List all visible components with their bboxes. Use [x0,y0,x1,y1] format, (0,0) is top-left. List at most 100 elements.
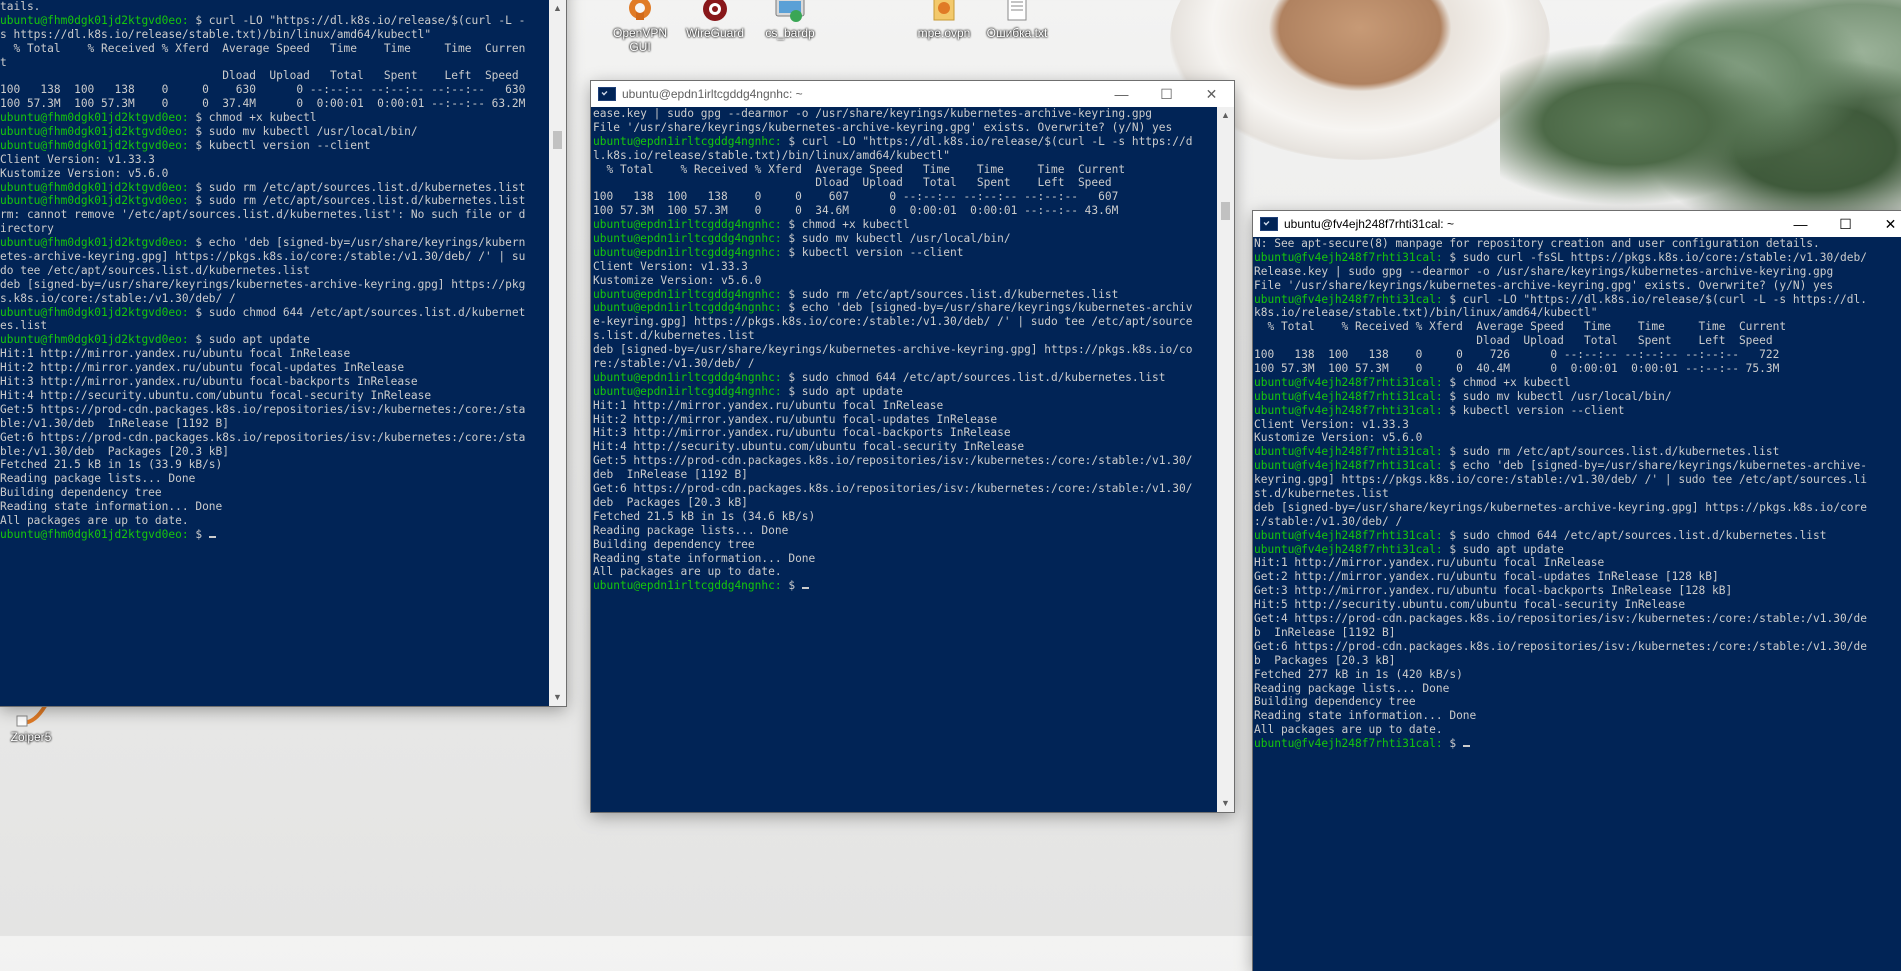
desktop-icon-openvpn[interactable]: OpenVPN GUI [605,0,675,54]
terminal-line: Get:3 http://mirror.yandex.ru/ubuntu foc… [1254,584,1733,598]
close-icon[interactable]: ✕ [1189,81,1234,107]
scrollbar-thumb[interactable] [1221,202,1230,220]
terminal-line: ubuntu@fhm0dgk01jd2ktgvd0eo: $ sudo rm /… [0,181,549,195]
shell-prompt: ubuntu@fv4ejh248f7rhti31cal: [1254,375,1443,389]
maximize-icon[interactable]: ☐ [1823,211,1868,237]
scroll-down-arrow-icon[interactable]: ▼ [549,689,566,706]
terminal-line: :/stable:/v1.30/deb/ / [1254,514,1403,528]
terminal-line: Reading package lists... Done [1254,681,1450,695]
shell-prompt: ubuntu@fhm0dgk01jd2ktgvd0eo: [0,305,189,319]
desktop-icon-rdp[interactable]: cs_bardp [755,0,825,40]
terminal-line: Dload Upload Total Spent Left Speed [593,176,1112,190]
terminal-line: Release.key | sudo gpg --dearmor -o /usr… [1254,264,1834,278]
desktop-icon-label: Zoiper5 [10,730,52,744]
command-text: $ echo 'deb [signed-by=/usr/share/keyrin… [188,236,526,250]
terminal-line: N: See apt-secure(8) manpage for reposit… [1254,237,1820,250]
terminal-line: deb InRelease [1192 B] [593,468,748,482]
shell-prompt: ubuntu@fhm0dgk01jd2ktgvd0eo: [0,111,189,125]
terminal-line: Hit:2 http://mirror.yandex.ru/ubuntu foc… [593,412,998,426]
shell-prompt: ubuntu@fhm0dgk01jd2ktgvd0eo: [0,194,189,208]
terminal-line: Get:6 https://prod-cdn.packages.k8s.io/r… [0,430,526,444]
terminal-line: % Total % Received % Xferd Average Speed… [0,41,526,55]
terminal-line: irectory [0,222,54,236]
desktop-icon-ovpn-file[interactable]: mpe.ovpn [909,0,979,40]
terminal-line: ubuntu@epdn1irltcgddg4ngnhc: $ echo 'deb… [593,301,1219,315]
terminal-line: Get:5 https://prod-cdn.packages.k8s.io/r… [593,454,1193,468]
command-text: $ chmod +x kubectl [188,111,317,125]
terminal-line: Reading package lists... Done [0,472,196,486]
scrollbar-thumb[interactable] [553,131,562,149]
terminal-line: ubuntu@epdn1irltcgddg4ngnhc: $ curl -LO … [593,135,1219,149]
shell-prompt: ubuntu@epdn1irltcgddg4ngnhc: [593,218,782,232]
terminal-line: ble:/v1.30/deb InRelease [1192 B] [0,416,230,430]
terminal-line: Get:6 https://prod-cdn.packages.k8s.io/r… [593,482,1193,496]
shell-prompt: ubuntu@epdn1irltcgddg4ngnhc: [593,301,782,315]
shell-prompt: ubuntu@fv4ejh248f7rhti31cal: [1254,250,1443,264]
command-text: $ [1442,737,1463,751]
command-text: $ sudo chmod 644 /etc/apt/sources.list.d… [781,370,1166,384]
terminal-window-middle[interactable]: ubuntu@epdn1irltcgddg4ngnhc: ~ — ☐ ✕ eas… [591,81,1234,812]
command-text: $ kubectl version --client [188,138,371,152]
terminal-line: Hit:1 http://mirror.yandex.ru/ubuntu foc… [0,347,351,361]
scroll-down-arrow-icon[interactable]: ▼ [1217,795,1234,812]
terminal-line: ubuntu@fv4ejh248f7rhti31cal: $ sudo rm /… [1254,445,1901,459]
desktop-icon-label: cs_bardp [765,26,815,40]
terminal-cursor [801,587,809,590]
terminal-app-icon [598,87,616,101]
command-text: $ kubectl version --client [1442,403,1625,417]
terminal-line: ubuntu@epdn1irltcgddg4ngnhc: $ sudo rm /… [593,288,1219,302]
shell-prompt: ubuntu@fhm0dgk01jd2ktgvd0eo: [0,333,189,347]
command-text: $ curl -LO "https://dl.k8s.io/release/$(… [1442,292,1867,306]
terminal-line: Hit:5 http://security.ubuntu.com/ubuntu … [1254,598,1686,612]
desktop-icon-label: OpenVPN GUI [612,26,668,54]
terminal-line: Building dependency tree [0,486,162,500]
shell-prompt: ubuntu@fv4ejh248f7rhti31cal: [1254,445,1443,459]
shell-prompt: ubuntu@epdn1irltcgddg4ngnhc: [593,232,782,246]
shell-prompt: ubuntu@epdn1irltcgddg4ngnhc: [593,370,782,384]
terminal-line: Get:5 https://prod-cdn.packages.k8s.io/r… [0,402,526,416]
terminal-window-right[interactable]: ubuntu@fv4ejh248f7rhti31cal: ~ — ☐ ✕ N: … [1253,211,1901,971]
shell-prompt: ubuntu@fhm0dgk01jd2ktgvd0eo: [0,13,189,27]
desktop-icon-label: WireGuard [685,26,744,40]
terminal-output[interactable]: N: See apt-secure(8) manpage for reposit… [1254,237,1901,971]
minimize-icon[interactable]: — [1099,81,1144,107]
command-text: $ sudo apt update [1442,542,1564,556]
terminal-line: ubuntu@epdn1irltcgddg4ngnhc: $ kubectl v… [593,246,1219,260]
terminal-line: keyring.gpg] https://pkgs.k8s.io/core:/s… [1254,473,1867,487]
command-text: $ chmod +x kubectl [781,218,910,232]
terminal-scrollbar[interactable]: ▲ ▼ [549,0,566,706]
terminal-line: ubuntu@fv4ejh248f7rhti31cal: $ [1254,737,1901,751]
terminal-line: File '/usr/share/keyrings/kubernetes-arc… [1254,278,1834,292]
terminal-line: 100 138 100 138 0 0 607 0 --:--:-- --:--… [593,190,1119,204]
minimize-icon[interactable]: — [1778,211,1823,237]
terminal-window-left[interactable]: tails. ubuntu@fhm0dgk01jd2ktgvd0eo: $ cur… [0,0,566,706]
terminal-line: Hit:1 http://mirror.yandex.ru/ubuntu foc… [593,398,944,412]
terminal-line: ubuntu@epdn1irltcgddg4ngnhc: $ sudo apt … [593,385,1219,399]
window-titlebar[interactable]: ubuntu@fv4ejh248f7rhti31cal: ~ — ☐ ✕ [1253,211,1901,237]
terminal-line: ubuntu@epdn1irltcgddg4ngnhc: $ [593,579,1219,593]
terminal-line: Get:4 https://prod-cdn.packages.k8s.io/r… [1254,612,1867,626]
terminal-line: Kustomize Version: v5.6.0 [0,166,169,180]
maximize-icon[interactable]: ☐ [1144,81,1189,107]
terminal-line: deb [signed-by=/usr/share/keyrings/kuber… [1254,500,1867,514]
terminal-line: ubuntu@fv4ejh248f7rhti31cal: $ sudo chmo… [1254,529,1901,543]
shell-prompt: ubuntu@fv4ejh248f7rhti31cal: [1254,403,1443,417]
terminal-line: l.k8s.io/release/stable.txt)/bin/linux/a… [593,148,950,162]
terminal-output[interactable]: ease.key | sudo gpg --dearmor -o /usr/sh… [593,107,1219,812]
desktop-icon-zoiper[interactable]: Zoiper5 [0,700,66,744]
command-text: $ sudo mv kubectl /usr/local/bin/ [781,232,1011,246]
terminal-line: ubuntu@fhm0dgk01jd2ktgvd0eo: $ sudo rm /… [0,194,549,208]
terminal-line: Get:6 https://prod-cdn.packages.k8s.io/r… [1254,639,1867,653]
shell-prompt: ubuntu@fhm0dgk01jd2ktgvd0eo: [0,236,189,250]
terminal-line: st.d/kubernetes.list [1254,487,1389,501]
window-titlebar[interactable]: ubuntu@epdn1irltcgddg4ngnhc: ~ — ☐ ✕ [591,81,1234,107]
terminal-line: Reading package lists... Done [593,523,789,537]
desktop-icon-text-file[interactable]: Ошибка.txt [982,0,1052,40]
scroll-up-arrow-icon[interactable]: ▲ [1217,107,1234,124]
scroll-up-arrow-icon[interactable]: ▲ [549,0,566,17]
terminal-scrollbar[interactable]: ▲ ▼ [1217,107,1234,812]
terminal-line: k8s.io/release/stable.txt)/bin/linux/amd… [1254,306,1598,320]
close-icon[interactable]: ✕ [1868,211,1901,237]
desktop-icon-wireguard[interactable]: WireGuard [680,0,750,40]
terminal-output[interactable]: tails. ubuntu@fhm0dgk01jd2ktgvd0eo: $ cur… [0,0,549,706]
